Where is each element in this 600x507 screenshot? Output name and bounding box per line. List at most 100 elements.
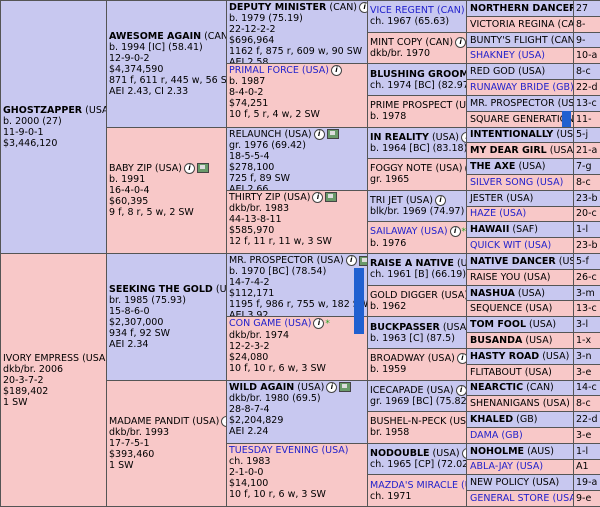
- horse-name-link[interactable]: TUESDAY EVENING: [229, 445, 318, 456]
- horse-name-link[interactable]: MAZDA'S MIRACLE: [370, 480, 458, 491]
- horse-name-link[interactable]: BUCKPASSER: [370, 322, 440, 333]
- horse-name-link[interactable]: THIRTY ZIP: [229, 192, 280, 203]
- horse-name-link[interactable]: CON GAME: [229, 318, 281, 329]
- horse-name-link[interactable]: DEPUTY MINISTER: [229, 2, 326, 13]
- horse-name-link[interactable]: HASTY ROAD: [470, 351, 539, 362]
- horse-name-link[interactable]: DAMA: [470, 430, 498, 441]
- horse-name-link[interactable]: PRIMAL FORCE: [229, 65, 299, 76]
- horse-name-link[interactable]: VICTORIA REGINA: [470, 19, 555, 30]
- info-icon[interactable]: i: [331, 65, 342, 76]
- photo-icon[interactable]: [339, 382, 351, 392]
- horse-name-link[interactable]: MR. PROSPECTOR: [470, 98, 555, 109]
- horse-country: (GB): [516, 414, 537, 425]
- horse-stat-line: 2-1-0-0: [229, 467, 365, 478]
- gen4-horse: SAILAWAY (USA)i*b. 1976: [367, 221, 467, 254]
- horse-name-link[interactable]: MY DEAR GIRL: [470, 145, 547, 156]
- photo-icon[interactable]: [327, 129, 339, 139]
- horse-name-row: FOGGY NOTE (USA)i: [370, 163, 464, 174]
- horse-name-link[interactable]: QUICK WIT: [470, 240, 521, 251]
- horse-name-link[interactable]: NODOUBLE: [370, 448, 430, 459]
- inbreeding-marker: [562, 111, 571, 127]
- info-icon[interactable]: i: [450, 226, 461, 237]
- horse-country: (USA): [82, 353, 107, 364]
- horse-name-link[interactable]: BUSANDA: [470, 335, 522, 346]
- horse-stat-line: $585,970: [229, 225, 365, 236]
- info-icon[interactable]: i: [456, 385, 467, 396]
- horse-name-link[interactable]: RED GOD: [470, 66, 515, 77]
- info-icon[interactable]: i: [435, 195, 446, 206]
- horse-name-link[interactable]: RELAUNCH: [229, 129, 281, 140]
- horse-name-link[interactable]: BROADWAY: [370, 353, 425, 364]
- photo-icon[interactable]: [325, 192, 337, 202]
- horse-name-row: HAWAII (SAF): [470, 224, 570, 235]
- horse-name-link[interactable]: SAILAWAY: [370, 226, 417, 237]
- horse-name-link[interactable]: RAISE YOU: [470, 272, 520, 283]
- info-icon[interactable]: i: [314, 129, 325, 140]
- horse-name-link[interactable]: BABY ZIP: [109, 163, 152, 174]
- horse-name-link[interactable]: THE AXE: [470, 161, 515, 172]
- horse-name-link[interactable]: MADAME PANDIT: [109, 416, 189, 427]
- horse-name-link[interactable]: IVORY EMPRESS: [3, 353, 79, 364]
- horse-name-link[interactable]: NASHUA: [470, 288, 515, 299]
- info-icon[interactable]: i: [455, 37, 466, 48]
- horse-name-row: NATIVE DANCER (USA): [470, 256, 570, 267]
- horse-name-link[interactable]: INTENTIONALLY: [470, 129, 553, 140]
- horse-name-link[interactable]: RAISE A NATIVE: [370, 258, 454, 269]
- horse-name-link[interactable]: WILD AGAIN: [229, 382, 294, 393]
- horse-name-link[interactable]: BUSHEL-N-PECK: [370, 416, 446, 427]
- horse-name-link[interactable]: NOHOLME: [470, 446, 524, 457]
- horse-name-link[interactable]: SQUARE GENERATION: [470, 114, 574, 125]
- horse-name-link[interactable]: SEQUENCE: [470, 303, 522, 314]
- horse-name-row: SQUARE GENERATION: [470, 114, 570, 125]
- horse-name-link[interactable]: VICE REGENT: [370, 5, 434, 16]
- horse-stat-line: $112,171: [229, 288, 365, 299]
- horse-name-link[interactable]: SILVER SONG: [470, 177, 533, 188]
- horse-name-link[interactable]: GHOSTZAPPER: [3, 105, 82, 116]
- horse-name-link[interactable]: HAWAII: [470, 224, 509, 235]
- horse-stat-line: 22-12-2-2: [229, 24, 365, 35]
- horse-name-link[interactable]: BUNTY'S FLIGHT: [470, 35, 548, 46]
- horse-name-link[interactable]: FLITABOUT: [470, 367, 522, 378]
- horse-name-link[interactable]: MR. PROSPECTOR: [229, 255, 314, 266]
- horse-name-link[interactable]: ICECAPADE: [370, 385, 424, 396]
- horse-name-link[interactable]: ABLA-JAY: [470, 461, 513, 472]
- horse-name-link[interactable]: KHALED: [470, 414, 513, 425]
- horse-name-link[interactable]: SHENANIGANS: [470, 398, 540, 409]
- gen5-extra: 3-e: [573, 427, 600, 444]
- horse-name-link[interactable]: GOLD DIGGER: [370, 290, 438, 301]
- horse-stat-line: b. 1976: [370, 238, 464, 249]
- gen5-extra: 8-c: [573, 395, 600, 412]
- info-icon[interactable]: i: [346, 255, 357, 266]
- horse-name-link[interactable]: HAZE: [470, 208, 496, 219]
- horse-name-row: RED GOD (USA): [470, 66, 570, 77]
- horse-name-link[interactable]: TRI JET: [370, 195, 403, 206]
- gen5-horse: INTENTIONALLY (USA): [466, 127, 574, 144]
- horse-country: (USA): [406, 195, 433, 206]
- photo-icon[interactable]: [197, 163, 209, 173]
- horse-name-link[interactable]: AWESOME AGAIN: [109, 31, 201, 42]
- horse-name-link[interactable]: MINT COPY: [370, 37, 422, 48]
- horse-name-link[interactable]: PRIME PROSPECT: [370, 100, 452, 111]
- horse-name-link[interactable]: NATIVE DANCER: [470, 256, 556, 267]
- family-number: 19-a: [576, 477, 598, 488]
- horse-name-link[interactable]: RUNAWAY BRIDE: [470, 82, 549, 93]
- horse-name-link[interactable]: NORTHERN DANCER: [470, 3, 574, 14]
- horse-name-link[interactable]: SHAKNEY: [470, 50, 515, 61]
- info-icon[interactable]: i: [326, 382, 337, 393]
- horse-country: (USA): [552, 493, 574, 504]
- info-icon[interactable]: i: [184, 163, 195, 174]
- horse-name-link[interactable]: GENERAL STORE: [470, 493, 549, 504]
- horse-name-link[interactable]: IN REALITY: [370, 132, 429, 143]
- horse-name-link[interactable]: JESTER: [470, 193, 503, 204]
- horse-country: (USA): [558, 98, 574, 109]
- horse-name-link[interactable]: TOM FOOL: [470, 319, 526, 330]
- info-icon[interactable]: i: [312, 192, 323, 203]
- horse-name-link[interactable]: BLUSHING GROOM: [370, 69, 467, 80]
- horse-name-link[interactable]: SEEKING THE GOLD: [109, 284, 213, 295]
- horse-name-link[interactable]: FOGGY NOTE: [370, 163, 432, 174]
- gen5-extra: 8-: [573, 16, 600, 33]
- horse-name-link[interactable]: NEW POLICY: [470, 477, 529, 488]
- info-icon[interactable]: i: [313, 318, 324, 329]
- horse-name-row: DEPUTY MINISTER (CAN)i: [229, 2, 365, 13]
- horse-name-link[interactable]: NEARCTIC: [470, 382, 523, 393]
